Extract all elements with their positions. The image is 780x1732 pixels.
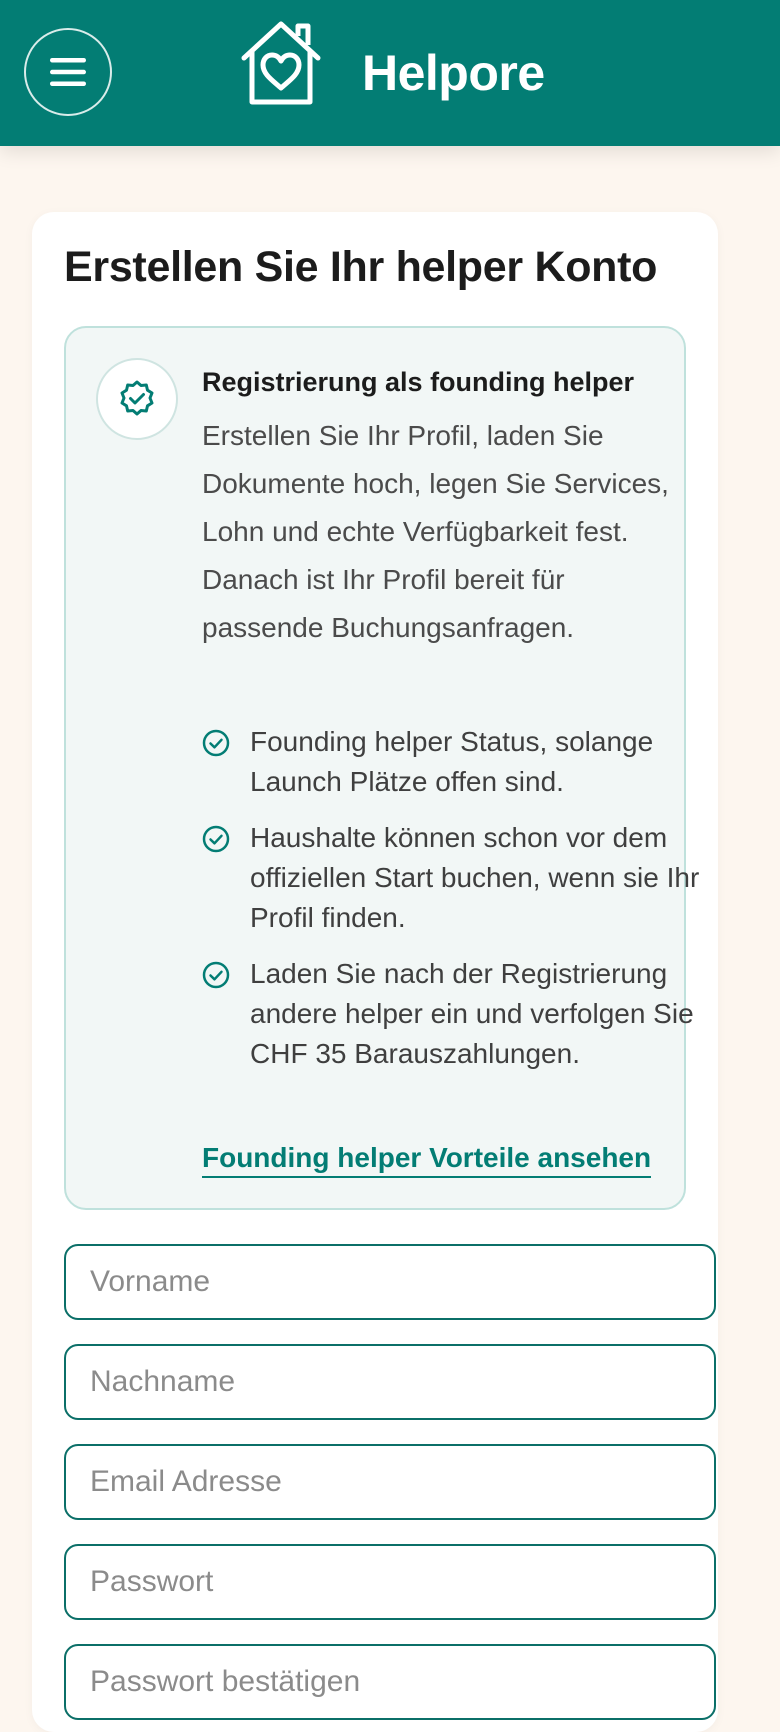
info-title: Registrierung als founding helper xyxy=(202,367,635,397)
check-circle-icon xyxy=(202,729,230,757)
menu-icon xyxy=(50,58,86,86)
page-title: Erstellen Sie Ihr helper Konto xyxy=(64,243,658,291)
benefit-list: Founding helper Status, solange Launch P… xyxy=(202,722,702,1090)
last-name-input[interactable] xyxy=(64,1344,716,1420)
first-name-input[interactable] xyxy=(64,1244,716,1320)
menu-button[interactable] xyxy=(24,28,112,116)
founding-helper-info: Registrierung als founding helper Erstel… xyxy=(64,326,699,1210)
benefit-text: Haushalte können schon vor dem offiziell… xyxy=(250,822,700,933)
house-heart-icon[interactable] xyxy=(236,18,326,106)
benefit-item: Haushalte können schon vor dem offiziell… xyxy=(202,818,702,938)
email-input[interactable] xyxy=(64,1444,716,1520)
signup-card: Erstellen Sie Ihr helper Konto Registrie… xyxy=(32,212,718,1732)
confirm-password-input[interactable] xyxy=(64,1644,716,1720)
founding-helper-benefits-link[interactable]: Founding helper Vorteile ansehen xyxy=(202,1140,652,1178)
app-header: Helpore xyxy=(0,0,780,146)
brand-name[interactable]: Helpore xyxy=(362,38,545,108)
benefit-text: Laden Sie nach der Registrierung andere … xyxy=(250,958,694,1069)
password-input[interactable] xyxy=(64,1544,716,1620)
badge-container xyxy=(96,358,178,440)
benefit-item: Laden Sie nach der Registrierung andere … xyxy=(202,954,702,1074)
check-circle-icon xyxy=(202,961,230,989)
badge-check-icon xyxy=(120,380,154,416)
check-circle-icon xyxy=(202,825,230,853)
benefit-text: Founding helper Status, solange Launch P… xyxy=(250,726,654,797)
info-description: Erstellen Sie Ihr Profil, laden Sie Doku… xyxy=(202,420,669,643)
benefit-item: Founding helper Status, solange Launch P… xyxy=(202,722,702,802)
